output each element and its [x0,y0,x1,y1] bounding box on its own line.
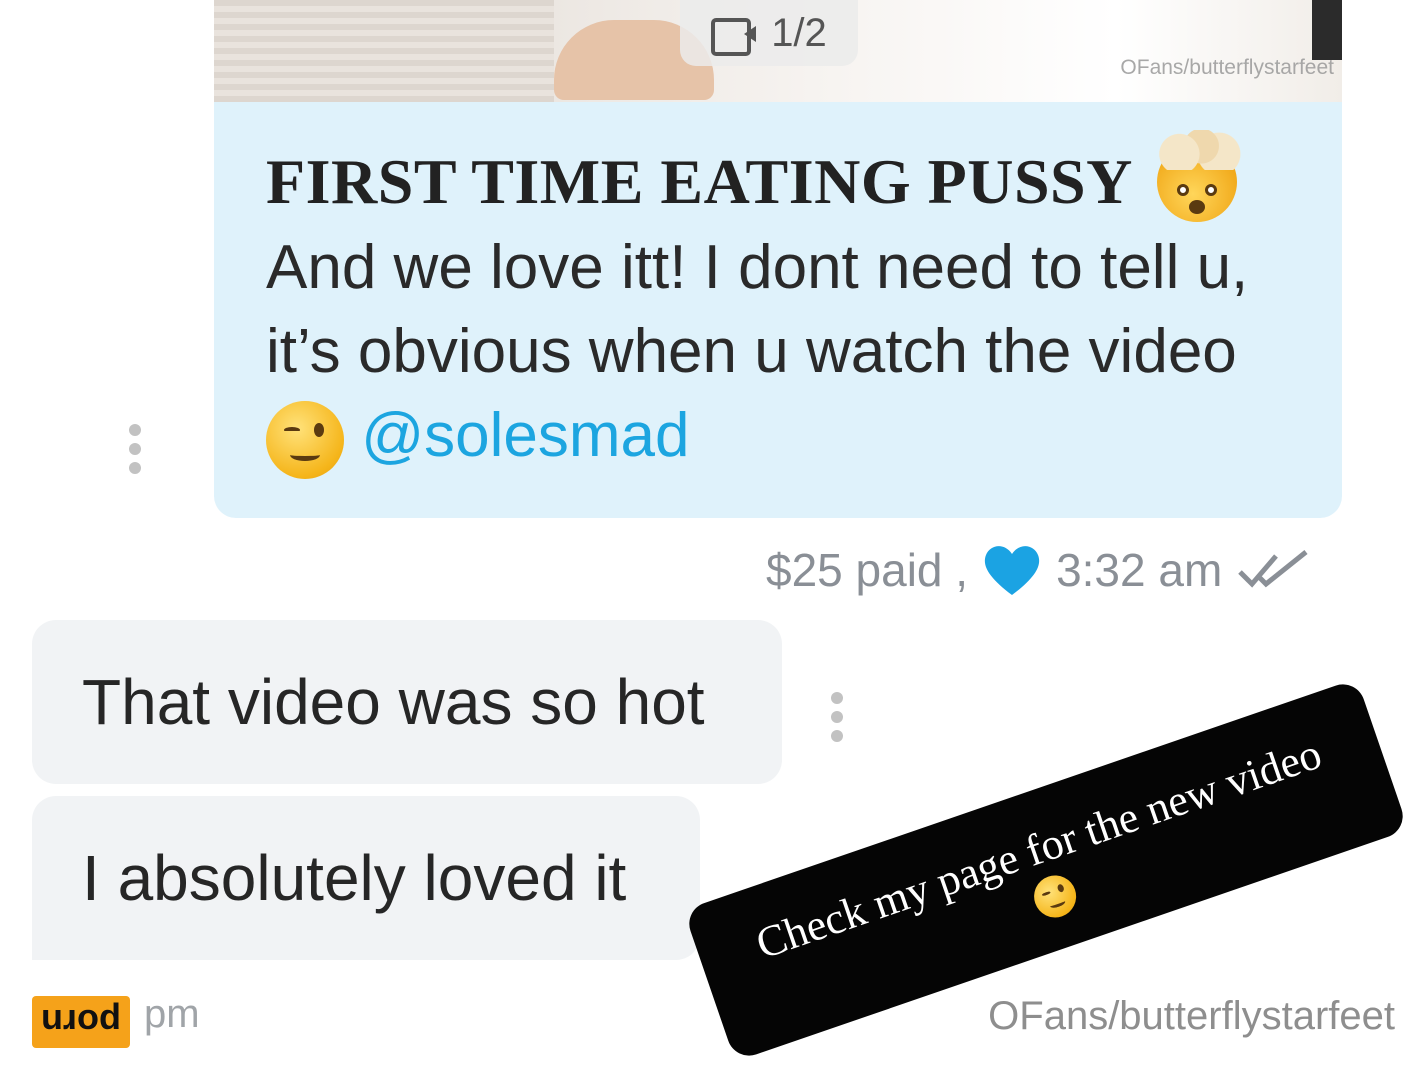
incoming-message-text: That video was so hot [82,666,705,738]
message-title: FIRST TIME EATING PUSSY [266,146,1133,217]
logo-text: porn [41,1002,121,1043]
incoming-message-text: I absolutely loved it [82,842,627,914]
winking-face-icon [1028,869,1082,923]
incoming-time-partial: pm [144,992,200,1036]
message-options-icon[interactable] [128,424,142,474]
mention-link[interactable]: @solesmad [361,401,689,470]
incoming-message-bubble[interactable]: That video was so hot [32,620,782,784]
media-preview[interactable]: 1/2 OFans/butterflystarfeet [214,0,1342,102]
media-counter: 1/2 [680,0,858,66]
double-check-icon [1236,548,1314,592]
message-time: 3:32 am [1056,544,1223,596]
bottom-watermark: OFans/butterflystarfeet [988,994,1395,1038]
message-meta: $25 paid , 3:32 am [766,540,1314,600]
incoming-message-bubble[interactable]: I absolutely loved it [32,796,700,960]
media-background [214,0,554,102]
media-counter-text: 1/2 [771,10,827,55]
message-body-text: And we love itt! I dont need to tell u, … [266,233,1249,386]
heart-icon[interactable] [982,543,1042,597]
message-body: And we love itt! I dont need to tell u, … [266,226,1282,479]
message-title-row: FIRST TIME EATING PUSSY [266,130,1282,222]
sticker-text: Check my page for the new video [749,728,1328,969]
media-corner [1312,0,1342,60]
winking-face-icon [266,400,344,479]
outgoing-message-bubble[interactable]: FIRST TIME EATING PUSSY And we love itt!… [214,102,1342,518]
price-paid-label: $25 paid , [766,544,969,596]
video-camera-icon [711,16,757,56]
exploding-head-emoji-icon [1152,130,1241,222]
message-options-icon[interactable] [830,692,844,742]
site-logo: porn [32,996,130,1048]
media-watermark: OFans/butterflystarfeet [1120,56,1334,79]
